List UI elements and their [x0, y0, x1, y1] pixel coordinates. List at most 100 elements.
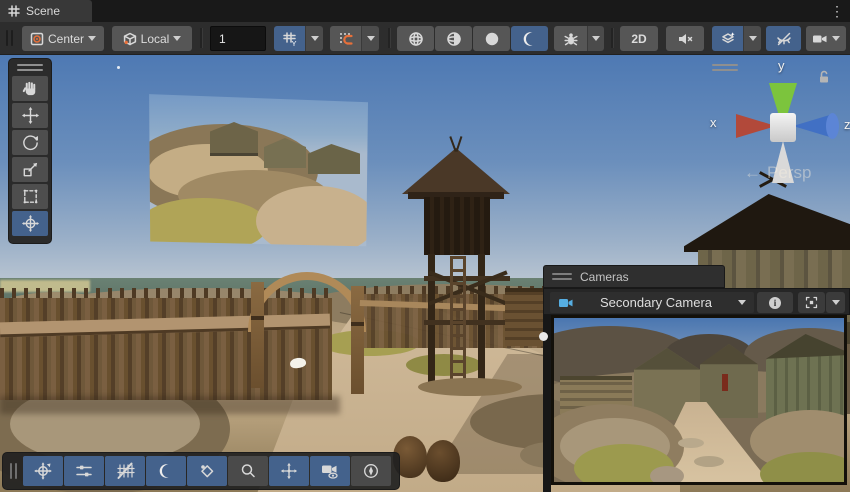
camera-eye-icon — [320, 462, 340, 480]
cameras-panel-handle[interactable] — [552, 273, 572, 280]
camera-select-value: Secondary Camera — [584, 295, 728, 310]
effects-toggle[interactable] — [712, 26, 743, 51]
gizmo-overlay-handle[interactable] — [712, 64, 738, 71]
tool-scale[interactable] — [12, 157, 48, 182]
camera-info-button[interactable]: i — [757, 292, 793, 313]
cameras-panel-header[interactable]: Cameras — [543, 265, 725, 288]
camera-video-icon — [812, 32, 828, 46]
wireframe-sphere-icon — [407, 30, 425, 48]
cameras-panel-rail[interactable] — [543, 315, 551, 492]
transform-tool-icon — [21, 214, 40, 233]
gizmo-projection-toggle[interactable]: ← Persp — [744, 163, 811, 183]
toolbar-separator — [200, 28, 203, 48]
camera-settings-dropdown[interactable] — [806, 26, 846, 51]
snap-increment-field[interactable] — [210, 26, 266, 51]
chevron-down-icon — [173, 36, 181, 41]
toolbar-separator — [611, 28, 614, 48]
grip-bar — [6, 30, 8, 46]
camera-panel-dropdown[interactable] — [826, 292, 845, 313]
cameras-panel-toolbar: Secondary Camera i — [543, 288, 850, 315]
overlay-btn-search[interactable] — [228, 456, 268, 486]
grid-axis-dropdown[interactable] — [305, 26, 323, 51]
lighting-toggle[interactable] — [511, 26, 548, 51]
transform-tool-icon — [33, 461, 53, 481]
frame-selected-icon — [804, 295, 819, 310]
cameras-panel-rail-dot[interactable] — [539, 332, 548, 341]
scale-tool-icon — [21, 160, 40, 179]
rect-tool-icon — [21, 187, 40, 206]
orientation-dropdown[interactable]: Local — [112, 26, 192, 51]
eye-hidden-icon — [775, 31, 793, 47]
orientation-label: Local — [141, 32, 170, 46]
pivot-mode-label: Center — [48, 32, 84, 46]
grip-bar — [11, 30, 13, 46]
toolbar-drag-handle[interactable] — [6, 30, 13, 46]
debug-dropdown[interactable] — [587, 26, 604, 51]
effects-layers-icon — [720, 31, 736, 47]
camera-preview — [551, 315, 847, 485]
chevron-down-icon — [832, 300, 840, 305]
rotate-tool-icon — [21, 133, 40, 152]
tool-pan[interactable] — [12, 76, 48, 101]
camera-frame-button[interactable] — [798, 292, 825, 313]
more-menu-icon[interactable]: ⋮ — [830, 1, 844, 21]
search-icon — [239, 462, 257, 480]
toolbar-separator — [388, 28, 391, 48]
scene-gate-post-left-band — [251, 316, 264, 320]
tool-rotate[interactable] — [12, 130, 48, 155]
visibility-toggle[interactable] — [766, 26, 801, 51]
2d-toggle[interactable]: 2D — [620, 26, 658, 51]
chevron-down-icon — [738, 300, 746, 305]
effects-dropdown[interactable] — [743, 26, 761, 51]
overlay-btn-lighting[interactable] — [146, 456, 186, 486]
crescent-lighting-icon — [157, 462, 175, 480]
snap-increment-icon — [338, 31, 354, 47]
overlay-btn-gizmos[interactable] — [187, 456, 227, 486]
unity-scene-view: Scene ⋮ Center Local Y — [0, 0, 850, 492]
shading-unlit-toggle[interactable] — [473, 26, 510, 51]
tools-overlay-handle[interactable] — [17, 64, 43, 71]
gizmo-overlay: y x z ← Persp — [700, 55, 850, 195]
overlay-btn-grid-visual[interactable] — [105, 456, 145, 486]
sliders-icon — [74, 462, 94, 480]
shading-wireframe-toggle[interactable] — [397, 26, 434, 51]
scene-gate-post-left — [251, 282, 264, 388]
overlay-btn-view-options[interactable] — [64, 456, 104, 486]
lock-open-icon[interactable] — [817, 69, 832, 85]
move-tool-icon — [21, 106, 40, 125]
scene-sky-speck — [117, 66, 120, 69]
shading-shaded-wire-toggle[interactable] — [435, 26, 472, 51]
scene-gate-post-right-band — [351, 322, 364, 326]
grip-bar — [17, 69, 43, 71]
snap-dropdown[interactable] — [361, 26, 379, 51]
overlay-btn-tools[interactable] — [23, 456, 63, 486]
chevron-down-icon — [749, 36, 757, 41]
snap-toggle[interactable] — [330, 26, 361, 51]
audio-toggle[interactable] — [666, 26, 704, 51]
crescent-lighting-icon — [521, 30, 539, 48]
plane-path — [256, 186, 368, 248]
gizmo-center-cube[interactable] — [770, 113, 796, 142]
tool-transform[interactable] — [12, 211, 48, 236]
pivot-mode-dropdown[interactable]: Center — [22, 26, 104, 51]
gizmo-axis-x-label: x — [710, 115, 717, 130]
projection-arrow: ← — [744, 163, 761, 183]
info-icon: i — [769, 297, 781, 309]
tab-scene[interactable]: Scene — [0, 0, 92, 22]
preview-stone-1 — [678, 438, 704, 448]
overlay-btn-move[interactable] — [269, 456, 309, 486]
bottom-toolbar-handle[interactable] — [10, 463, 17, 479]
camera-frustum-plane — [148, 86, 368, 248]
overlay-btn-navigation[interactable] — [351, 456, 391, 486]
grip-bar — [552, 278, 572, 280]
camera-select-dropdown[interactable]: Secondary Camera — [550, 292, 754, 313]
tower-beam-2 — [424, 320, 510, 325]
grid-axis-toggle[interactable]: Y — [274, 26, 305, 51]
overlay-btn-cameras[interactable] — [310, 456, 350, 486]
chevron-down-icon — [367, 36, 375, 41]
tool-rect[interactable] — [12, 184, 48, 209]
move-tool-icon — [280, 462, 298, 480]
tool-move[interactable] — [12, 103, 48, 128]
chevron-down-icon — [832, 36, 840, 41]
debug-toggle[interactable] — [554, 26, 587, 51]
